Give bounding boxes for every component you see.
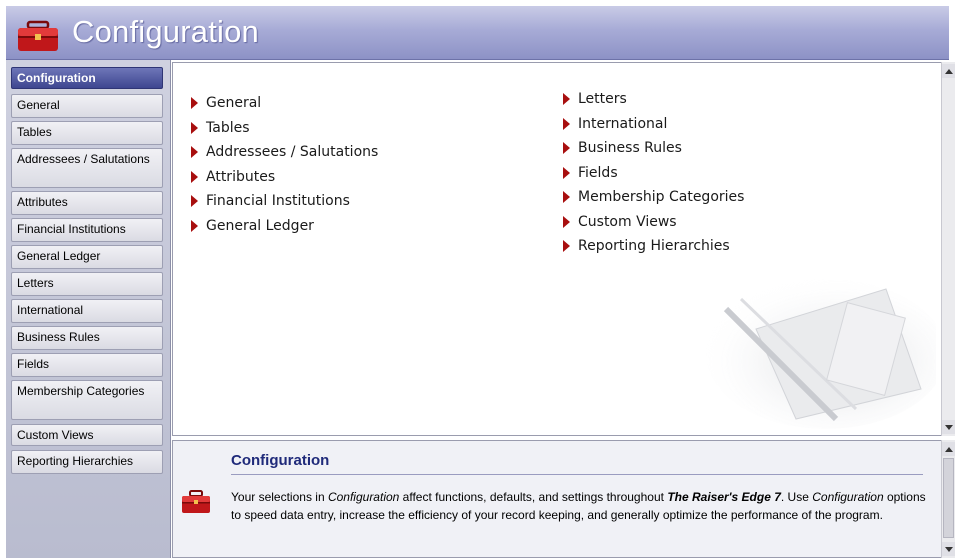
arrow-right-icon (563, 93, 570, 106)
sidebar-item-financial-institutions[interactable]: Financial Institutions (11, 218, 163, 242)
description-text: Your selections in Configuration affect … (231, 490, 926, 522)
arrow-right-icon (563, 166, 570, 179)
link-custom-views[interactable]: Custom Views (563, 210, 744, 235)
arrow-right-icon (563, 117, 570, 130)
sidebar-item-addressees-salutations[interactable]: Addressees / Salutations (11, 148, 163, 188)
sidebar-item-membership-categories[interactable]: Membership Categories (11, 380, 163, 420)
scroll-up-icon[interactable] (942, 64, 955, 78)
link-general-ledger[interactable]: General Ledger (191, 214, 378, 239)
link-financial-institutions[interactable]: Financial Institutions (191, 189, 378, 214)
content-pane: General Tables Addressees / Salutations … (172, 62, 943, 436)
sidebar-item-general[interactable]: General (11, 94, 163, 118)
scroll-down-icon[interactable] (942, 420, 955, 434)
link-reporting-hierarchies[interactable]: Reporting Hierarchies (563, 234, 744, 259)
sidebar-item-configuration[interactable]: Configuration (11, 67, 163, 89)
link-international[interactable]: International (563, 112, 744, 137)
link-list-right: Letters International Business Rules Fie… (563, 87, 744, 259)
description-title: Configuration (231, 452, 330, 469)
link-business-rules[interactable]: Business Rules (563, 136, 744, 161)
arrow-right-icon (191, 219, 198, 232)
arrow-right-icon (563, 240, 570, 253)
toolbox-icon (18, 20, 58, 51)
divider (231, 474, 923, 475)
sidebar-item-custom-views[interactable]: Custom Views (11, 424, 163, 446)
sidebar-item-international[interactable]: International (11, 299, 163, 323)
arrow-right-icon (563, 215, 570, 228)
link-list-left: General Tables Addressees / Salutations … (191, 91, 378, 238)
sidebar-item-reporting-hierarchies[interactable]: Reporting Hierarchies (11, 450, 163, 474)
link-tables[interactable]: Tables (191, 116, 378, 141)
link-letters[interactable]: Letters (563, 87, 744, 112)
sidebar-item-fields[interactable]: Fields (11, 353, 163, 377)
arrow-right-icon (191, 146, 198, 159)
configuration-window: Configuration Configuration General Tabl… (0, 0, 955, 558)
description-scrollbar[interactable] (941, 440, 955, 558)
arrow-right-icon (191, 195, 198, 208)
sidebar-item-attributes[interactable]: Attributes (11, 191, 163, 215)
watermark-image (706, 279, 936, 429)
arrow-right-icon (563, 191, 570, 204)
arrow-right-icon (191, 170, 198, 183)
scroll-up-icon[interactable] (942, 442, 955, 456)
sidebar-item-tables[interactable]: Tables (11, 121, 163, 145)
sidebar-item-letters[interactable]: Letters (11, 272, 163, 296)
sidebar-nav: Configuration General Tables Addressees … (6, 60, 171, 558)
page-title: Configuration (72, 14, 259, 49)
link-attributes[interactable]: Attributes (191, 165, 378, 190)
content-scrollbar[interactable] (941, 62, 955, 436)
description-pane: Configuration Your selections in Configu… (172, 440, 943, 558)
sidebar-item-general-ledger[interactable]: General Ledger (11, 245, 163, 269)
scroll-down-icon[interactable] (942, 542, 955, 556)
toolbox-icon (182, 490, 210, 513)
title-bar: Configuration (6, 6, 949, 60)
scroll-thumb[interactable] (943, 458, 954, 538)
link-addressees-salutations[interactable]: Addressees / Salutations (191, 140, 378, 165)
sidebar-item-business-rules[interactable]: Business Rules (11, 326, 163, 350)
arrow-right-icon (191, 97, 198, 110)
arrow-right-icon (563, 142, 570, 155)
link-membership-categories[interactable]: Membership Categories (563, 185, 744, 210)
arrow-right-icon (191, 121, 198, 134)
link-fields[interactable]: Fields (563, 161, 744, 186)
link-general[interactable]: General (191, 91, 378, 116)
